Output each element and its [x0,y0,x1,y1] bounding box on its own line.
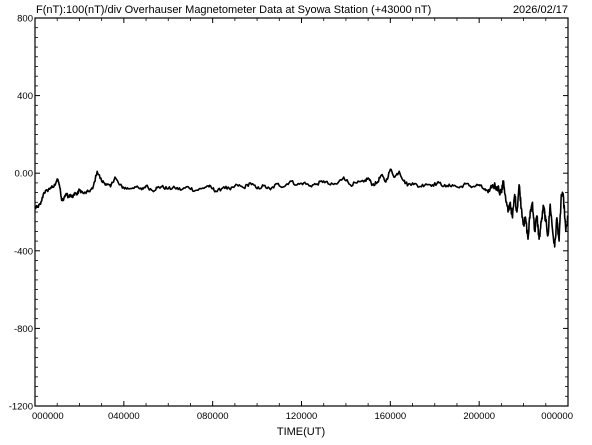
x-tick-label: 000000 [541,411,573,422]
chart-title: F(nT):100(nT)/div Overhauser Magnetomete… [36,4,431,16]
chart-background [0,0,592,440]
x-tick-label: 160000 [374,411,406,422]
chart-root: F(nT):100(nT)/div Overhauser Magnetomete… [0,0,592,440]
y-tick-label: -800 [14,324,33,335]
y-tick-label: -400 [14,246,33,257]
x-axis-title: TIME(UT) [277,426,325,438]
x-tick-label: 080000 [197,411,229,422]
chart-svg: F(nT):100(nT)/div Overhauser Magnetomete… [0,0,592,440]
y-tick-label: 800 [17,14,33,25]
y-tick-label: 0.00 [15,169,34,180]
chart-date: 2026/02/17 [513,4,568,16]
x-tick-label: 120000 [286,411,318,422]
x-tick-label: 200000 [463,411,495,422]
y-tick-label: 400 [17,91,33,102]
x-tick-label: 000000 [32,411,64,422]
y-tick-label: -1200 [9,402,33,413]
x-tick-label: 040000 [108,411,140,422]
